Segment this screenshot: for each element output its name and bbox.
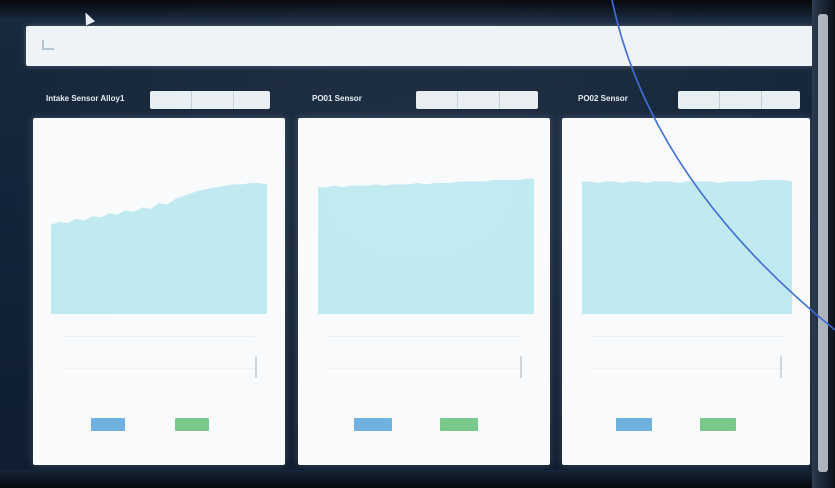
light-reflection-arc	[611, 0, 835, 331]
monitor-screen: Intake Sensor Alloy1 PO01 Sensor PO02 Se…	[0, 0, 835, 488]
reflection-curve	[611, 0, 835, 331]
